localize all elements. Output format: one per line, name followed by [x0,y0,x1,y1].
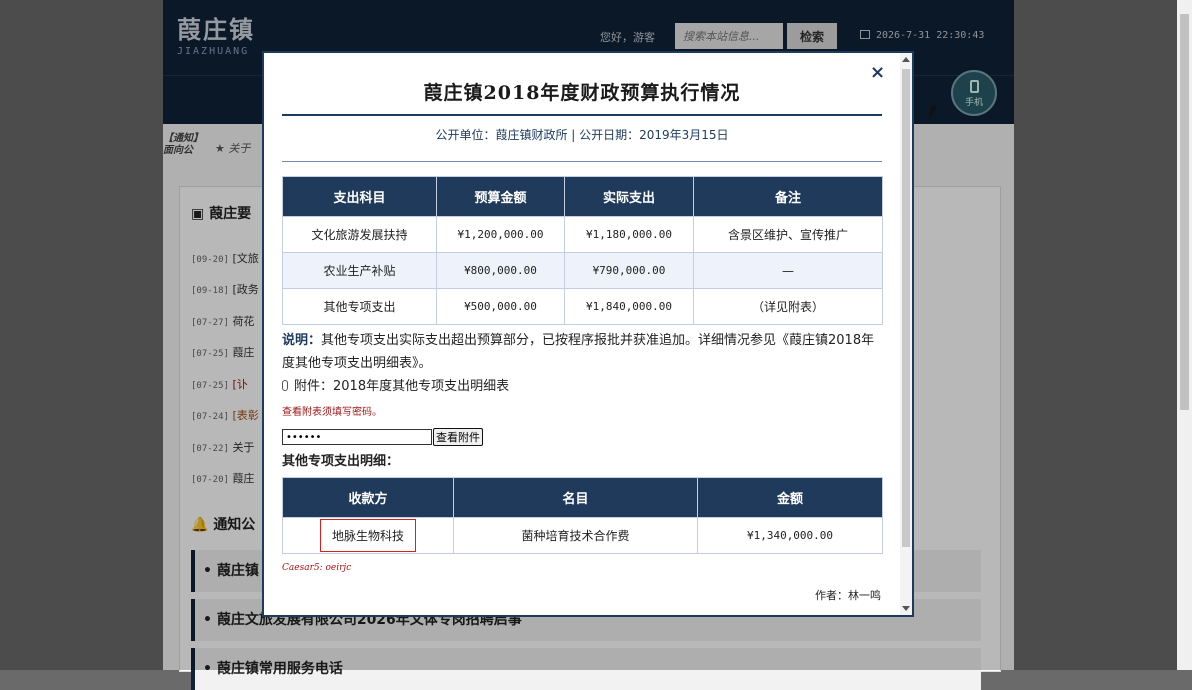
col-header: 收款方 [282,477,454,518]
table-cell: ¥790,000.00 [564,252,694,289]
highlighted-payee: 地脉生物科技 [319,519,416,552]
budget-table: 支出科目 预算金额 实际支出 备注 文化旅游发展扶持 ¥1,200,000.00… [282,176,883,325]
col-header: 金额 [697,477,883,518]
table-cell: 菌种培育技术合作费 [453,517,698,554]
table-cell: ¥1,180,000.00 [564,216,694,253]
title-divider [282,114,882,116]
modal-scrollbar[interactable] [900,53,912,615]
password-input[interactable] [282,429,432,445]
password-hint: 查看附表须填写密码。 [282,407,382,418]
scroll-down-icon[interactable] [902,606,910,611]
scroll-up-icon[interactable] [902,57,910,62]
table-cell: ¥1,340,000.00 [697,517,883,554]
col-header: 名目 [453,477,698,518]
document-modal: × 葭庄镇2018年度财政预算执行情况 公开单位：葭庄镇财政所 | 公开日期：2… [262,51,914,617]
table-cell: 含景区维护、宣传推广 [693,216,883,253]
table-cell: ¥500,000.00 [436,288,565,325]
table-cell: — [693,252,883,289]
table-cell: （详见附表） [693,288,883,325]
col-header: 备注 [693,176,883,217]
attachment-link[interactable]: 附件：2018年度其他专项支出明细表 [282,375,509,394]
view-attachment-button[interactable]: 查看附件 [433,428,483,446]
detail-title: 其他专项支出明细： [282,454,400,469]
detail-table: 收款方 名目 金额 地脉生物科技 菌种培育技术合作费 ¥1,340,000.00 [282,477,883,554]
col-header: 实际支出 [564,176,694,217]
table-cell: ¥1,200,000.00 [436,216,565,253]
table-cell: 地脉生物科技 [282,517,454,554]
meta-divider [282,161,882,162]
table-header-row: 收款方 名目 金额 [282,477,883,518]
table-cell: 农业生产补贴 [282,252,437,289]
attachment-label: 附件：2018年度其他专项支出明细表 [294,379,510,394]
table-row: 农业生产补贴 ¥800,000.00 ¥790,000.00 — [282,252,883,289]
author-text: 作者：林一鸣 [815,589,881,602]
cipher-note: Caesar5: oeirjc [282,563,352,573]
description-label: 说明： [282,333,322,348]
table-header-row: 支出科目 预算金额 实际支出 备注 [282,176,883,217]
description-text: 其他专项支出实际支出超出预算部分，已按程序报批并获准追加。详细情况参见《葭庄镇2… [282,333,875,371]
modal-title: 葭庄镇2018年度财政预算执行情况 [423,82,741,104]
table-cell: 其他专项支出 [282,288,437,325]
table-cell: ¥800,000.00 [436,252,565,289]
table-cell: ¥1,840,000.00 [564,288,694,325]
modal-scrollbar-thumb[interactable] [902,69,910,547]
description: 说明：其他专项支出实际支出超出预算部分，已按程序报批并获准追加。详细情况参见《葭… [282,329,882,375]
table-row: 其他专项支出 ¥500,000.00 ¥1,840,000.00 （详见附表） [282,288,883,325]
col-header: 支出科目 [282,176,437,217]
page-scrollbar[interactable] [1177,0,1192,670]
table-row: 地脉生物科技 菌种培育技术合作费 ¥1,340,000.00 [282,517,883,554]
table-row: 文化旅游发展扶持 ¥1,200,000.00 ¥1,180,000.00 含景区… [282,216,883,253]
page-scrollbar-thumb[interactable] [1180,14,1189,410]
col-header: 预算金额 [436,176,565,217]
publish-meta: 公开单位：葭庄镇财政所 | 公开日期：2019年3月15日 [435,128,729,142]
table-cell: 文化旅游发展扶持 [282,216,437,253]
paperclip-icon [282,380,288,391]
